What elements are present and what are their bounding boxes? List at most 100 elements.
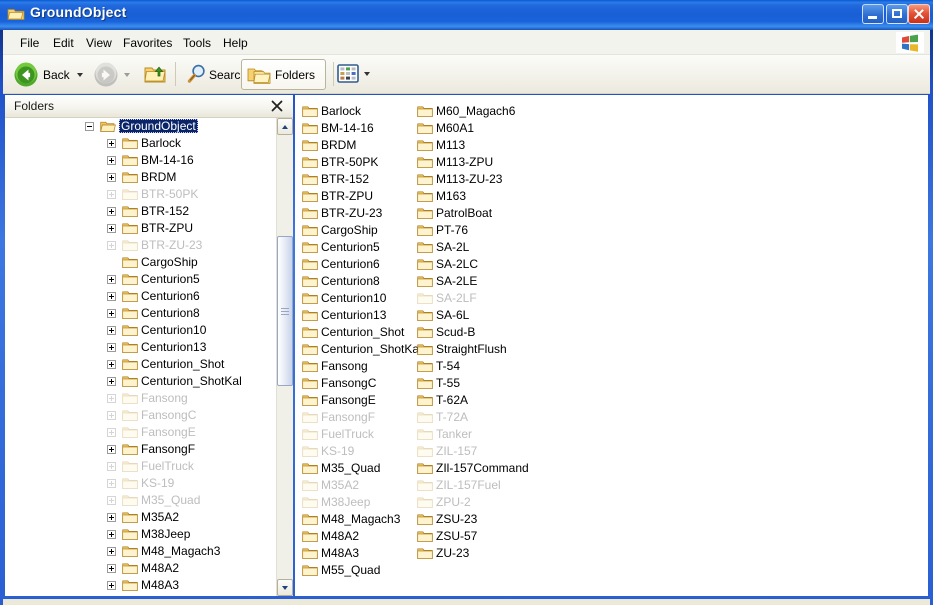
tree-item-bm-14-16[interactable]: BM-14-16 bbox=[5, 152, 277, 169]
up-folder-icon[interactable] bbox=[143, 63, 167, 85]
menu-item-help[interactable]: Help bbox=[218, 34, 253, 52]
tree-item-label: GroundObject bbox=[119, 119, 198, 133]
tree-item-centurion6[interactable]: Centurion6 bbox=[5, 288, 277, 305]
expand-toggle-icon[interactable] bbox=[107, 581, 116, 590]
tree-item-btr-zpu[interactable]: BTR-ZPU bbox=[5, 220, 277, 237]
expand-toggle-icon[interactable] bbox=[107, 156, 116, 165]
expand-toggle-icon[interactable] bbox=[107, 326, 116, 335]
expand-toggle-icon[interactable] bbox=[107, 462, 116, 471]
tree-item-centurion13[interactable]: Centurion13 bbox=[5, 339, 277, 356]
tree-item-m38jeep[interactable]: M38Jeep bbox=[5, 526, 277, 543]
list-item-label: Centurion10 bbox=[321, 291, 387, 305]
expand-toggle-icon[interactable] bbox=[107, 309, 116, 318]
expand-toggle-icon[interactable] bbox=[107, 360, 116, 369]
tree-item-groundobject[interactable]: GroundObject bbox=[5, 118, 277, 135]
back-arrow-icon[interactable] bbox=[13, 62, 39, 88]
tree-scrollbar-thumb[interactable] bbox=[277, 236, 293, 386]
expand-toggle-icon[interactable] bbox=[107, 275, 116, 284]
folder-icon bbox=[302, 463, 318, 474]
menu-item-tools[interactable]: Tools bbox=[178, 34, 216, 52]
list-item-label: Centurion_Shot bbox=[321, 325, 405, 339]
tree-item-btr-152[interactable]: BTR-152 bbox=[5, 203, 277, 220]
scroll-down-arrow-icon[interactable] bbox=[277, 579, 293, 596]
expand-toggle-icon[interactable] bbox=[107, 343, 116, 352]
folder-icon bbox=[122, 529, 138, 540]
expand-toggle-icon[interactable] bbox=[107, 139, 116, 148]
tree-item-fueltruck[interactable]: FuelTruck bbox=[5, 458, 277, 475]
back-label[interactable]: Back bbox=[43, 68, 70, 82]
tree-item-centurion-shot[interactable]: Centurion_Shot bbox=[5, 356, 277, 373]
menu-item-favorites[interactable]: Favorites bbox=[118, 34, 177, 52]
folders-button[interactable]: Folders bbox=[241, 59, 326, 90]
expand-toggle-icon[interactable] bbox=[107, 190, 116, 199]
list-item-label: SA-2L bbox=[436, 240, 470, 254]
expand-toggle-icon[interactable] bbox=[107, 394, 116, 403]
tree-item-btr-zu-23[interactable]: BTR-ZU-23 bbox=[5, 237, 277, 254]
views-dropdown-caret[interactable] bbox=[364, 72, 370, 76]
tree-item-fansonge[interactable]: FansongE bbox=[5, 424, 277, 441]
forward-arrow-icon bbox=[94, 62, 118, 87]
scroll-up-arrow-icon[interactable] bbox=[277, 118, 293, 135]
tree-item-m35a2[interactable]: M35A2 bbox=[5, 509, 277, 526]
folders-pane-close-icon[interactable] bbox=[271, 100, 283, 112]
tree-item-ks-19[interactable]: KS-19 bbox=[5, 475, 277, 492]
expand-toggle-icon[interactable] bbox=[107, 479, 116, 488]
tree-item-centurion8[interactable]: Centurion8 bbox=[5, 305, 277, 322]
folder-icon bbox=[302, 106, 318, 117]
expand-toggle-icon[interactable] bbox=[107, 224, 116, 233]
folder-icon bbox=[122, 427, 138, 438]
back-dropdown-caret[interactable] bbox=[77, 73, 83, 77]
expand-toggle-icon[interactable] bbox=[107, 496, 116, 505]
menu-item-edit[interactable]: Edit bbox=[48, 34, 79, 52]
collapse-toggle-icon[interactable] bbox=[85, 122, 94, 131]
list-item-label: FansongE bbox=[321, 393, 376, 407]
folder-icon bbox=[417, 480, 433, 491]
expand-toggle-icon[interactable] bbox=[107, 207, 116, 216]
expand-toggle-icon[interactable] bbox=[107, 445, 116, 454]
file-list[interactable]: Barlock BM-14-16 BRDM BTR-50PK BTR-152 BTR-ZP… bbox=[295, 95, 928, 596]
tree-item-m48a3[interactable]: M48A3 bbox=[5, 577, 277, 594]
folder-icon bbox=[302, 531, 318, 542]
tree-item-fansong[interactable]: Fansong bbox=[5, 390, 277, 407]
tree-item-fansongc[interactable]: FansongC bbox=[5, 407, 277, 424]
expand-toggle-icon[interactable] bbox=[107, 428, 116, 437]
maximize-button[interactable] bbox=[886, 4, 908, 24]
expand-toggle-icon[interactable] bbox=[107, 292, 116, 301]
menu-item-file[interactable]: File bbox=[15, 34, 44, 52]
tree-scrollbar[interactable] bbox=[276, 118, 293, 596]
list-item-label: M60_Magach6 bbox=[436, 104, 516, 118]
list-item-label: T-62A bbox=[436, 393, 469, 407]
tree-item-centurion5[interactable]: Centurion5 bbox=[5, 271, 277, 288]
expand-toggle-icon[interactable] bbox=[107, 173, 116, 182]
list-item-label: M113-ZU-23 bbox=[436, 172, 503, 186]
tree-item-centurion-shotkal[interactable]: Centurion_ShotKal bbox=[5, 373, 277, 390]
expand-toggle-icon[interactable] bbox=[107, 547, 116, 556]
expand-toggle-icon[interactable] bbox=[107, 377, 116, 386]
tree-item-fansongf[interactable]: FansongF bbox=[5, 441, 277, 458]
menu-item-view[interactable]: View bbox=[81, 34, 117, 52]
minimize-button[interactable] bbox=[862, 4, 884, 24]
folder-icon bbox=[122, 240, 138, 251]
magnifier-icon[interactable] bbox=[186, 63, 208, 85]
tree-item-btr-50pk[interactable]: BTR-50PK bbox=[5, 186, 277, 203]
folder-icon bbox=[302, 361, 318, 372]
tree-item-barlock[interactable]: Barlock bbox=[5, 135, 277, 152]
close-button[interactable] bbox=[908, 4, 930, 24]
folder-icon bbox=[122, 478, 138, 489]
tree-item-m48a2[interactable]: M48A2 bbox=[5, 560, 277, 577]
views-grid-icon[interactable] bbox=[337, 64, 359, 83]
tree-item-cargoship[interactable]: CargoShip bbox=[5, 254, 277, 271]
expand-toggle-icon[interactable] bbox=[107, 241, 116, 250]
tree-item-label: Centurion_Shot bbox=[141, 357, 225, 371]
expand-toggle-icon[interactable] bbox=[107, 513, 116, 522]
folder-icon bbox=[122, 189, 138, 200]
expand-toggle-icon[interactable] bbox=[107, 411, 116, 420]
tree-item-brdm[interactable]: BRDM bbox=[5, 169, 277, 186]
tree-item-m35-quad[interactable]: M35_Quad bbox=[5, 492, 277, 509]
tree-item-centurion10[interactable]: Centurion10 bbox=[5, 322, 277, 339]
expand-toggle-icon[interactable] bbox=[107, 564, 116, 573]
folder-tree[interactable]: GroundObject Barlock BM-14-16 BRDM BTR-50PK B… bbox=[5, 118, 293, 596]
expand-toggle-icon[interactable] bbox=[107, 530, 116, 539]
folder-icon bbox=[302, 429, 318, 440]
tree-item-m48-magach3[interactable]: M48_Magach3 bbox=[5, 543, 277, 560]
